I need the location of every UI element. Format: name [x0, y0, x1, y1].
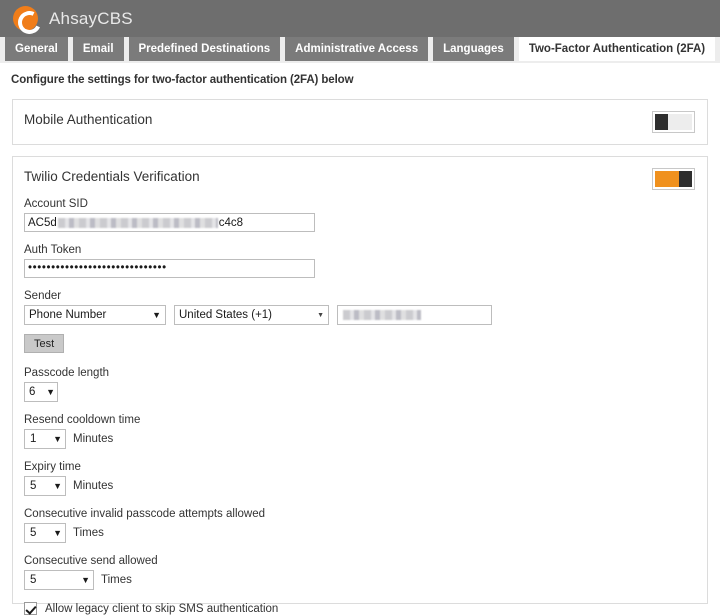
- app-header: AhsayCBS: [0, 0, 720, 37]
- consecutive-send-value: 5: [30, 574, 37, 586]
- chevron-down-icon: ▼: [46, 386, 55, 397]
- tab-languages[interactable]: Languages: [433, 37, 514, 61]
- invalid-attempts-row: 5 ▼ Times: [24, 523, 696, 543]
- expiry-time-row: 5 ▼ Minutes: [24, 476, 696, 496]
- toggle-knob: [655, 114, 668, 130]
- brand-title: AhsayCBS: [49, 8, 133, 28]
- tab-bar: General Email Predefined Destinations Ad…: [0, 37, 720, 63]
- account-sid-suffix: c4c8: [218, 216, 244, 229]
- twilio-credentials-title: Twilio Credentials Verification: [24, 169, 200, 184]
- expiry-time-select[interactable]: 5 ▼: [24, 476, 66, 496]
- account-sid-prefix: AC5d: [28, 216, 57, 229]
- ahsay-c-logo-icon: [13, 6, 38, 31]
- page-description: Configure the settings for two-factor au…: [11, 74, 354, 86]
- invalid-attempts-value: 5: [30, 527, 37, 539]
- resend-cooldown-row: 1 ▼ Minutes: [24, 429, 696, 449]
- test-button[interactable]: Test: [24, 334, 65, 353]
- consecutive-send-select[interactable]: 5 ▼: [24, 570, 94, 590]
- chevron-down-icon: ▼: [81, 574, 90, 585]
- page-root: AhsayCBS General Email Predefined Destin…: [0, 0, 720, 615]
- tab-two-factor-authentication[interactable]: Two-Factor Authentication (2FA): [518, 37, 716, 61]
- auth-token-group: Auth Token •••••••••••••••••••••••••••••…: [24, 244, 696, 278]
- chevron-down-icon: ▼: [317, 311, 324, 319]
- chevron-down-icon: ▼: [53, 433, 62, 444]
- account-sid-input[interactable]: AC5d c4c8: [24, 213, 315, 232]
- tab-administrative-access[interactable]: Administrative Access: [285, 37, 429, 61]
- consecutive-send-row: 5 ▼ Times: [24, 570, 696, 590]
- sender-type-value: Phone Number: [29, 309, 107, 321]
- invalid-attempts-select[interactable]: 5 ▼: [24, 523, 66, 543]
- expiry-time-value: 5: [30, 480, 37, 492]
- account-sid-label: Account SID: [24, 198, 88, 210]
- legacy-client-checkbox-label: Allow legacy client to skip SMS authenti…: [45, 602, 279, 615]
- chevron-down-icon: ▼: [152, 309, 161, 320]
- invalid-attempts-unit: Times: [73, 527, 104, 539]
- consecutive-send-group: Consecutive send allowed 5 ▼ Times: [24, 555, 696, 590]
- mobile-authentication-panel: Mobile Authentication: [12, 99, 708, 145]
- legacy-client-checkbox[interactable]: [24, 602, 37, 615]
- tab-general[interactable]: General: [5, 37, 68, 61]
- tab-email[interactable]: Email: [72, 37, 124, 61]
- passcode-length-group: Passcode length 6 ▼: [24, 367, 696, 402]
- toggle-track: [668, 114, 692, 130]
- sender-group: Sender Phone Number ▼ United States (+1)…: [24, 290, 696, 353]
- sender-type-select[interactable]: Phone Number ▼: [24, 305, 166, 325]
- passcode-length-value: 6: [29, 386, 36, 398]
- tab-predefined-destinations[interactable]: Predefined Destinations: [128, 37, 281, 61]
- consecutive-send-label: Consecutive send allowed: [24, 555, 158, 567]
- passcode-length-row: 6 ▼: [24, 382, 696, 402]
- mobile-authentication-toggle[interactable]: [652, 111, 695, 133]
- resend-cooldown-value: 1: [30, 433, 37, 445]
- chevron-down-icon: ▼: [53, 480, 62, 491]
- passcode-length-label: Passcode length: [24, 367, 110, 379]
- sender-number-input[interactable]: [337, 305, 492, 325]
- expiry-time-label: Expiry time: [24, 461, 81, 473]
- resend-cooldown-select[interactable]: 1 ▼: [24, 429, 66, 449]
- legacy-client-checkbox-row: Allow legacy client to skip SMS authenti…: [24, 602, 696, 615]
- auth-token-value: ••••••••••••••••••••••••••••••: [28, 262, 167, 274]
- account-sid-redaction: [57, 217, 218, 228]
- auth-token-label: Auth Token: [24, 244, 82, 256]
- sender-label: Sender: [24, 290, 62, 302]
- consecutive-send-unit: Times: [101, 574, 132, 586]
- account-sid-group: Account SID AC5d c4c8: [24, 198, 696, 232]
- resend-cooldown-unit: Minutes: [73, 433, 114, 445]
- sender-country-value: United States (+1): [179, 309, 273, 321]
- toggle-track: [655, 171, 679, 187]
- toggle-knob: [679, 171, 692, 187]
- chevron-down-icon: ▼: [53, 527, 62, 538]
- sender-number-redaction: [343, 310, 421, 320]
- resend-cooldown-label: Resend cooldown time: [24, 414, 141, 426]
- sender-row: Phone Number ▼ United States (+1) ▼: [24, 305, 696, 325]
- sender-country-select[interactable]: United States (+1) ▼: [174, 305, 329, 325]
- resend-cooldown-group: Resend cooldown time 1 ▼ Minutes: [24, 414, 696, 449]
- invalid-attempts-group: Consecutive invalid passcode attempts al…: [24, 508, 696, 543]
- twilio-credentials-panel: Twilio Credentials Verification Account …: [12, 156, 708, 615]
- expiry-time-group: Expiry time 5 ▼ Minutes: [24, 461, 696, 496]
- mobile-authentication-title: Mobile Authentication: [24, 112, 153, 127]
- twilio-form: Account SID AC5d c4c8 Auth Token ••••••••…: [24, 198, 696, 615]
- expiry-time-unit: Minutes: [73, 480, 114, 492]
- invalid-attempts-label: Consecutive invalid passcode attempts al…: [24, 508, 265, 520]
- auth-token-input[interactable]: ••••••••••••••••••••••••••••••: [24, 259, 315, 278]
- passcode-length-select[interactable]: 6 ▼: [24, 382, 58, 402]
- twilio-credentials-toggle[interactable]: [652, 168, 695, 190]
